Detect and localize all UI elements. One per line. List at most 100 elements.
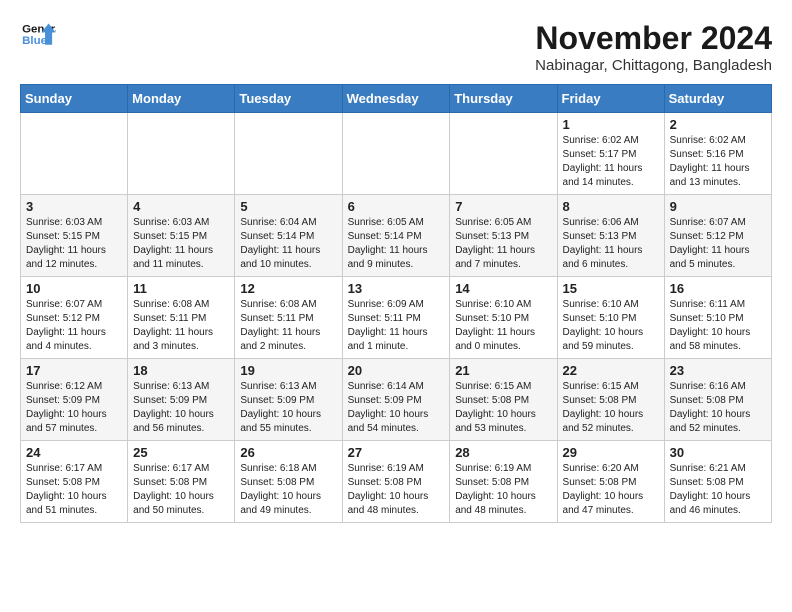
calendar-day-26: 26 Sunrise: 6:18 AM Sunset: 5:08 PM Dayli…	[235, 441, 342, 523]
weekday-header-tuesday: Tuesday	[235, 85, 342, 113]
day-info: Sunrise: 6:14 AM Sunset: 5:09 PM Dayligh…	[348, 380, 445, 436]
day-number: 17	[26, 363, 122, 378]
day-info: Sunrise: 6:19 AM Sunset: 5:08 PM Dayligh…	[348, 462, 445, 518]
calendar-day-10: 10 Sunrise: 6:07 AM Sunset: 5:12 PM Dayli…	[21, 277, 128, 359]
calendar-week-1: 1 Sunrise: 6:02 AM Sunset: 5:17 PM Daylig…	[21, 113, 772, 195]
day-number: 30	[670, 445, 766, 460]
day-info: Sunrise: 6:17 AM Sunset: 5:08 PM Dayligh…	[133, 462, 229, 518]
day-number: 19	[240, 363, 336, 378]
month-title: November 2024	[535, 20, 772, 57]
day-number: 23	[670, 363, 766, 378]
empty-cell	[128, 113, 235, 195]
empty-cell	[21, 113, 128, 195]
calendar-day-28: 28 Sunrise: 6:19 AM Sunset: 5:08 PM Dayli…	[450, 441, 557, 523]
calendar-day-15: 15 Sunrise: 6:10 AM Sunset: 5:10 PM Dayli…	[557, 277, 664, 359]
day-info: Sunrise: 6:19 AM Sunset: 5:08 PM Dayligh…	[455, 462, 551, 518]
calendar-week-5: 24 Sunrise: 6:17 AM Sunset: 5:08 PM Dayli…	[21, 441, 772, 523]
day-info: Sunrise: 6:13 AM Sunset: 5:09 PM Dayligh…	[240, 380, 336, 436]
calendar-day-25: 25 Sunrise: 6:17 AM Sunset: 5:08 PM Dayli…	[128, 441, 235, 523]
calendar-week-4: 17Sunrise: 6:12 AM Sunset: 5:09 PM Dayli…	[21, 359, 772, 441]
day-info: Sunrise: 6:15 AM Sunset: 5:08 PM Dayligh…	[563, 380, 659, 436]
empty-cell	[235, 113, 342, 195]
calendar-header-row: SundayMondayTuesdayWednesdayThursdayFrid…	[21, 85, 772, 113]
day-info: Sunrise: 6:03 AM Sunset: 5:15 PM Dayligh…	[26, 216, 122, 272]
calendar-day-7: 7 Sunrise: 6:05 AM Sunset: 5:13 PM Daylig…	[450, 195, 557, 277]
logo: General Blue	[20, 20, 56, 50]
calendar-day-13: 13Sunrise: 6:09 AM Sunset: 5:11 PM Dayli…	[342, 277, 450, 359]
calendar-day-4: 4 Sunrise: 6:03 AM Sunset: 5:15 PM Daylig…	[128, 195, 235, 277]
day-number: 2	[670, 117, 766, 132]
day-number: 1	[563, 117, 659, 132]
day-number: 14	[455, 281, 551, 296]
calendar-table: SundayMondayTuesdayWednesdayThursdayFrid…	[20, 84, 772, 523]
calendar-day-18: 18 Sunrise: 6:13 AM Sunset: 5:09 PM Dayli…	[128, 359, 235, 441]
day-number: 25	[133, 445, 229, 460]
day-number: 18	[133, 363, 229, 378]
day-number: 12	[240, 281, 336, 296]
day-info: Sunrise: 6:02 AM Sunset: 5:17 PM Dayligh…	[563, 134, 659, 190]
day-number: 20	[348, 363, 445, 378]
calendar-day-27: 27 Sunrise: 6:19 AM Sunset: 5:08 PM Dayli…	[342, 441, 450, 523]
svg-text:Blue: Blue	[22, 35, 47, 47]
calendar-day-6: 6Sunrise: 6:05 AM Sunset: 5:14 PM Daylig…	[342, 195, 450, 277]
day-info: Sunrise: 6:20 AM Sunset: 5:08 PM Dayligh…	[563, 462, 659, 518]
day-number: 24	[26, 445, 122, 460]
day-number: 22	[563, 363, 659, 378]
weekday-header-wednesday: Wednesday	[342, 85, 450, 113]
day-number: 6	[348, 199, 445, 214]
day-number: 10	[26, 281, 122, 296]
calendar-day-29: 29 Sunrise: 6:20 AM Sunset: 5:08 PM Dayli…	[557, 441, 664, 523]
day-info: Sunrise: 6:10 AM Sunset: 5:10 PM Dayligh…	[563, 298, 659, 354]
day-number: 7	[455, 199, 551, 214]
day-number: 11	[133, 281, 229, 296]
day-info: Sunrise: 6:11 AM Sunset: 5:10 PM Dayligh…	[670, 298, 766, 354]
day-info: Sunrise: 6:10 AM Sunset: 5:10 PM Dayligh…	[455, 298, 551, 354]
calendar-day-9: 9 Sunrise: 6:07 AM Sunset: 5:12 PM Daylig…	[664, 195, 771, 277]
day-number: 4	[133, 199, 229, 214]
weekday-header-friday: Friday	[557, 85, 664, 113]
empty-cell	[342, 113, 450, 195]
weekday-header-sunday: Sunday	[21, 85, 128, 113]
calendar-day-20: 20 Sunrise: 6:14 AM Sunset: 5:09 PM Dayli…	[342, 359, 450, 441]
calendar-day-17: 17Sunrise: 6:12 AM Sunset: 5:09 PM Dayli…	[21, 359, 128, 441]
day-info: Sunrise: 6:07 AM Sunset: 5:12 PM Dayligh…	[26, 298, 122, 354]
day-info: Sunrise: 6:05 AM Sunset: 5:13 PM Dayligh…	[455, 216, 551, 272]
calendar-day-30: 30 Sunrise: 6:21 AM Sunset: 5:08 PM Dayli…	[664, 441, 771, 523]
day-info: Sunrise: 6:18 AM Sunset: 5:08 PM Dayligh…	[240, 462, 336, 518]
calendar-day-23: 23Sunrise: 6:16 AM Sunset: 5:08 PM Dayli…	[664, 359, 771, 441]
day-number: 16	[670, 281, 766, 296]
day-info: Sunrise: 6:04 AM Sunset: 5:14 PM Dayligh…	[240, 216, 336, 272]
calendar-day-8: 8 Sunrise: 6:06 AM Sunset: 5:13 PM Daylig…	[557, 195, 664, 277]
day-number: 8	[563, 199, 659, 214]
logo-icon: General Blue	[20, 20, 56, 50]
day-info: Sunrise: 6:07 AM Sunset: 5:12 PM Dayligh…	[670, 216, 766, 272]
day-info: Sunrise: 6:13 AM Sunset: 5:09 PM Dayligh…	[133, 380, 229, 436]
day-number: 26	[240, 445, 336, 460]
page-header: General Blue November 2024 Nabinagar, Ch…	[20, 20, 772, 74]
calendar-day-22: 22 Sunrise: 6:15 AM Sunset: 5:08 PM Dayli…	[557, 359, 664, 441]
day-number: 13	[348, 281, 445, 296]
day-number: 28	[455, 445, 551, 460]
day-info: Sunrise: 6:03 AM Sunset: 5:15 PM Dayligh…	[133, 216, 229, 272]
day-number: 5	[240, 199, 336, 214]
weekday-header-saturday: Saturday	[664, 85, 771, 113]
empty-cell	[450, 113, 557, 195]
calendar-day-1: 1 Sunrise: 6:02 AM Sunset: 5:17 PM Daylig…	[557, 113, 664, 195]
weekday-header-thursday: Thursday	[450, 85, 557, 113]
day-info: Sunrise: 6:02 AM Sunset: 5:16 PM Dayligh…	[670, 134, 766, 190]
day-number: 9	[670, 199, 766, 214]
day-info: Sunrise: 6:15 AM Sunset: 5:08 PM Dayligh…	[455, 380, 551, 436]
day-number: 15	[563, 281, 659, 296]
weekday-header-monday: Monday	[128, 85, 235, 113]
day-info: Sunrise: 6:08 AM Sunset: 5:11 PM Dayligh…	[240, 298, 336, 354]
day-info: Sunrise: 6:06 AM Sunset: 5:13 PM Dayligh…	[563, 216, 659, 272]
day-info: Sunrise: 6:08 AM Sunset: 5:11 PM Dayligh…	[133, 298, 229, 354]
calendar-week-3: 10 Sunrise: 6:07 AM Sunset: 5:12 PM Dayli…	[21, 277, 772, 359]
day-info: Sunrise: 6:21 AM Sunset: 5:08 PM Dayligh…	[670, 462, 766, 518]
day-number: 29	[563, 445, 659, 460]
day-number: 27	[348, 445, 445, 460]
title-block: November 2024 Nabinagar, Chittagong, Ban…	[535, 20, 772, 74]
calendar-day-24: 24Sunrise: 6:17 AM Sunset: 5:08 PM Dayli…	[21, 441, 128, 523]
calendar-day-14: 14 Sunrise: 6:10 AM Sunset: 5:10 PM Dayli…	[450, 277, 557, 359]
calendar-day-12: 12 Sunrise: 6:08 AM Sunset: 5:11 PM Dayli…	[235, 277, 342, 359]
